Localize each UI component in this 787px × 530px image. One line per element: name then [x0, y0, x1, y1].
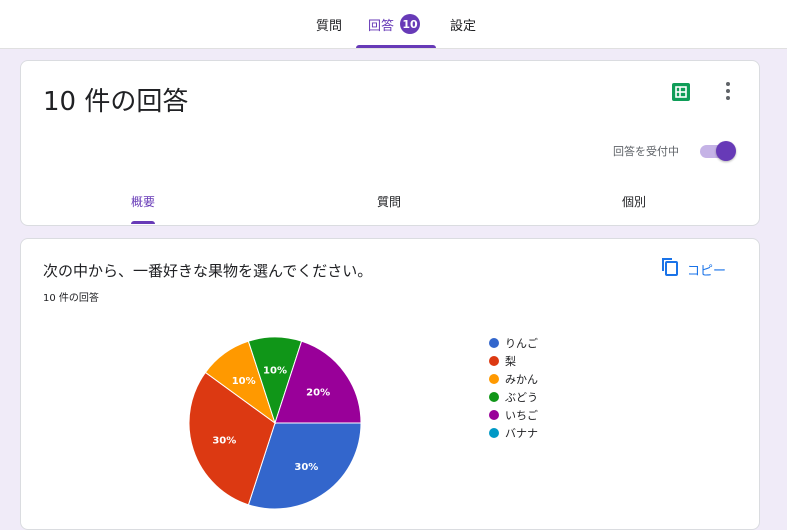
- pie-slice-label-1: 30%: [212, 435, 236, 446]
- legend-swatch: [489, 374, 499, 384]
- legend-swatch: [489, 428, 499, 438]
- question-result-card: 次の中から、一番好きな果物を選んでください。 10 件の回答 コピー 30% 30…: [20, 238, 760, 530]
- pie-slice-label-0: 30%: [294, 462, 318, 473]
- sheets-icon[interactable]: [672, 83, 690, 101]
- legend-swatch: [489, 410, 499, 420]
- subtab-individual[interactable]: 個別: [622, 193, 646, 210]
- pie-slice-label-2: 10%: [232, 376, 256, 387]
- tab-responses-label: 回答: [368, 18, 395, 34]
- legend-item: ぶどう: [489, 388, 538, 406]
- legend-item: りんご: [489, 334, 538, 352]
- tab-questions[interactable]: 質問: [316, 0, 342, 48]
- legend-item: みかん: [489, 370, 538, 388]
- tab-settings[interactable]: 設定: [450, 0, 476, 48]
- subtab-question[interactable]: 質問: [377, 193, 401, 210]
- legend-item: いちご: [489, 406, 538, 424]
- legend-swatch: [489, 392, 499, 402]
- legend-label: いちご: [505, 409, 538, 422]
- legend-label: りんご: [505, 337, 538, 350]
- pie-slice-label-4: 20%: [306, 388, 330, 399]
- chart-legend: りんご梨みかんぶどういちごバナナ: [489, 334, 538, 442]
- accepting-responses-toggle[interactable]: [700, 141, 736, 161]
- active-tab-indicator: [356, 45, 436, 48]
- accepting-responses-label: 回答を受付中: [613, 145, 679, 158]
- legend-label: ぶどう: [505, 391, 538, 404]
- more-vert-icon[interactable]: [721, 79, 735, 103]
- legend-label: みかん: [505, 373, 538, 386]
- toggle-thumb: [716, 141, 736, 161]
- responses-count-badge: 10: [400, 14, 421, 34]
- top-navigation: 質問 回答 10 設定: [0, 0, 787, 49]
- legend-item: バナナ: [489, 424, 538, 442]
- pie-slice-label-3: 10%: [263, 366, 287, 377]
- legend-label: 梨: [505, 355, 516, 368]
- legend-swatch: [489, 338, 499, 348]
- responses-summary-card: 10 件の回答 回答を受付中 概要 質問 個別: [20, 60, 760, 226]
- responses-title: 10 件の回答: [43, 87, 189, 117]
- pie-chart: 30% 30% 10% 10% 20%: [188, 336, 362, 510]
- legend-item: 梨: [489, 352, 538, 370]
- subtab-summary[interactable]: 概要: [131, 193, 155, 210]
- legend-label: バナナ: [505, 427, 538, 440]
- active-subtab-indicator: [131, 221, 155, 224]
- legend-swatch: [489, 356, 499, 366]
- tab-responses[interactable]: 回答 10: [368, 0, 421, 48]
